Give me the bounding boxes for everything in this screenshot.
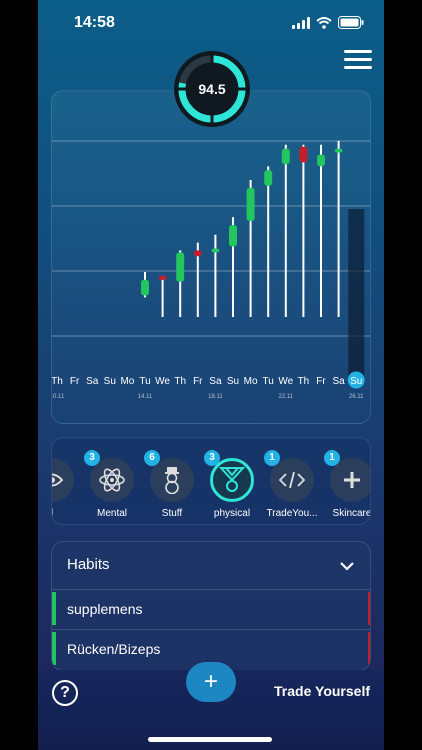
add-button[interactable]: +: [186, 662, 236, 702]
day-label[interactable]: Su: [104, 376, 116, 387]
category-item[interactable]: 1 Skincare: [322, 438, 370, 524]
day-label[interactable]: Tu: [139, 376, 150, 387]
candle-body: [158, 275, 167, 280]
selected-day-column: [348, 209, 365, 379]
atom-icon: [90, 458, 134, 502]
wifi-icon: [316, 16, 332, 29]
day-label[interactable]: Th: [52, 376, 63, 387]
day-label[interactable]: Mo: [244, 376, 258, 387]
category-item[interactable]: 1 TradeYou...: [262, 438, 322, 524]
category-item[interactable]: 3 Mental: [82, 438, 142, 524]
code-icon: [270, 458, 314, 502]
date-label: 22.11: [279, 394, 294, 400]
day-label[interactable]: Mo: [120, 376, 134, 387]
score-value: 94.5: [198, 81, 226, 97]
candle-body: [211, 248, 220, 253]
day-label[interactable]: Sa: [86, 376, 99, 387]
day-label[interactable]: Fr: [316, 376, 326, 387]
eye-icon: [52, 458, 74, 502]
day-label[interactable]: We: [155, 376, 170, 387]
habits-panel: Habits supplemens Rücken/Bizeps: [51, 541, 371, 671]
candle-body: [317, 154, 325, 167]
candle-body: [229, 224, 237, 247]
progress-chart[interactable]: Th Fr Sa Su Mo Tu We Th Fr Sa Su Mo Tu We Th Fr Sa Su 10.1…: [51, 90, 371, 424]
day-label[interactable]: Fr: [70, 376, 80, 387]
category-label: Skincare: [332, 508, 371, 519]
day-label[interactable]: Sa: [209, 376, 222, 387]
category-strip[interactable]: l 3 Mental 6 Stuff 3 physical 1 TradeYou... 1 Skin…: [51, 437, 371, 525]
habit-row[interactable]: supplemens: [52, 589, 370, 627]
category-badge: 6: [144, 450, 160, 466]
category-item[interactable]: 6 Stuff: [142, 438, 202, 524]
habit-name: Rücken/Bizeps: [67, 641, 161, 657]
candle-body: [299, 146, 308, 163]
day-label[interactable]: Th: [174, 376, 186, 387]
candle-body: [193, 250, 202, 257]
signal-icon: [292, 16, 310, 29]
habit-progress-left: [52, 592, 56, 625]
category-badge: 3: [204, 450, 220, 466]
brand-label: Trade Yourself: [274, 683, 370, 699]
medal-icon: [210, 458, 254, 502]
help-icon[interactable]: ?: [52, 680, 78, 706]
candle-body: [176, 252, 185, 282]
battery-icon: [338, 16, 364, 29]
score-ring[interactable]: 94.5: [172, 49, 252, 129]
snowman-icon: [150, 458, 194, 502]
chart-canvas: Th Fr Sa Su Mo Tu We Th Fr Sa Su Mo Tu We Th Fr Sa Su 10.1…: [52, 140, 370, 400]
candle-body: [264, 170, 273, 186]
category-badge: 3: [84, 450, 100, 466]
candle-body: [246, 187, 255, 222]
habits-title: Habits: [67, 556, 110, 573]
day-label[interactable]: Tu: [263, 376, 274, 387]
candle-body: [334, 148, 343, 153]
category-badge: 1: [264, 450, 280, 466]
status-time: 14:58: [74, 14, 115, 31]
habit-progress-right: [368, 592, 370, 625]
category-badge: 1: [324, 450, 340, 466]
day-label[interactable]: Sa: [332, 376, 345, 387]
date-label: 18.11: [208, 394, 223, 400]
day-label[interactable]: Su: [227, 376, 239, 387]
candle-body: [141, 279, 149, 296]
candle-body: [281, 148, 290, 165]
day-label[interactable]: Fr: [193, 376, 203, 387]
day-label[interactable]: We: [278, 376, 293, 387]
home-indicator: [148, 737, 272, 742]
date-label: 10.11: [52, 394, 65, 400]
day-label[interactable]: Th: [298, 376, 310, 387]
day-label[interactable]: Su: [350, 376, 362, 387]
habit-progress-left: [52, 632, 56, 665]
category-item[interactable]: 3 physical: [202, 438, 262, 524]
app-screen: 14:58 94.5 Th Fr Sa Su Mo Tu We Th Fr Sa Su Mo Tu We T…: [38, 0, 384, 750]
date-label: 14.11: [138, 394, 153, 400]
status-icons: [292, 16, 364, 29]
menu-icon[interactable]: [344, 50, 372, 70]
chevron-down-icon[interactable]: [340, 558, 354, 576]
habit-progress-right: [368, 632, 370, 665]
habit-name: supplemens: [67, 601, 143, 617]
date-label: 26.11: [349, 394, 364, 400]
